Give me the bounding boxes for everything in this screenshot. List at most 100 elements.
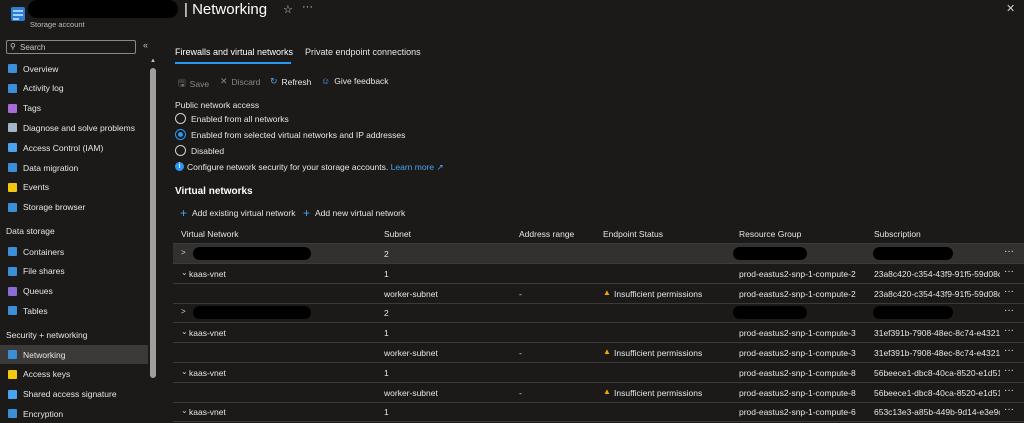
cell-resource-group: prod-eastus2-snp-1-compute-8 xyxy=(739,367,856,378)
row-more-icon[interactable]: ··· xyxy=(1004,266,1014,277)
sidebar-item-access-control-iam[interactable]: Access Control (IAM) xyxy=(0,138,148,157)
scroll-up-icon[interactable]: ▲ xyxy=(150,58,156,64)
sidebar-item-diagnose-and-solve-problems[interactable]: Diagnose and solve problems xyxy=(0,118,148,137)
networking-icon xyxy=(8,350,17,359)
chevron-right-icon[interactable]: > xyxy=(181,248,186,257)
favorite-star-icon[interactable]: ☆ xyxy=(283,3,293,16)
radio-disabled[interactable] xyxy=(175,145,186,156)
col-subscription[interactable]: Subscription xyxy=(874,229,921,239)
sidebar-item-encryption[interactable]: Encryption xyxy=(0,404,148,423)
discard-icon: ✕ xyxy=(220,76,228,86)
sidebar-item-data-migration[interactable]: Data migration xyxy=(0,158,148,177)
wrench-icon xyxy=(8,123,17,133)
cell-resource-group: prod-eastus2-snp-1-compute-3 xyxy=(739,328,856,339)
sidebar-item-label: Overview xyxy=(23,63,59,74)
table-row[interactable]: worker-subnet - ▲ Insufficient permissions p… xyxy=(173,284,1024,304)
row-more-icon[interactable]: ··· xyxy=(1004,246,1014,257)
sidebar-item-queues[interactable]: Queues xyxy=(0,282,148,301)
discard-button[interactable]: ✕ Discard xyxy=(220,76,260,87)
sidebar-item-shared-access-signature[interactable]: Shared access signature xyxy=(0,385,148,404)
table-row[interactable]: ⌄ kaas-vnet 1 prod-eastus2-snp-1-compute-8 5… xyxy=(173,363,1024,383)
table-row[interactable]: ⌄ kaas-vnet 1 prod-eastus2-snp-1-compute-6 6… xyxy=(173,402,1024,423)
table-row[interactable]: ⌄ kaas-vnet 1 prod-eastus2-snp-1-compute-2 2… xyxy=(173,264,1024,284)
col-endpoint-status[interactable]: Endpoint Status xyxy=(603,229,663,239)
sidebar-item-file-shares[interactable]: File shares xyxy=(0,262,148,281)
feedback-icon: ☺ xyxy=(321,76,331,86)
sidebar-item-containers[interactable]: Containers xyxy=(0,242,148,261)
refresh-button[interactable]: ↻ Refresh xyxy=(270,76,311,87)
storage-account-icon xyxy=(11,7,25,21)
sidebar-item-networking[interactable]: Networking xyxy=(0,345,148,364)
cell-subscription: 31ef391b-7908-48ec-8c74-e43211... xyxy=(874,348,1000,358)
radio-label-selected-networks: Enabled from selected virtual networks a… xyxy=(191,130,406,140)
file-shares-icon xyxy=(8,266,17,276)
redacted-account-name xyxy=(28,0,178,18)
table-header: Virtual Network Subnet Address range End… xyxy=(173,224,1024,244)
info-icon: i xyxy=(175,162,184,171)
sidebar-item-label: Access Control (IAM) xyxy=(23,142,104,153)
redacted-vnet xyxy=(193,247,311,260)
sidebar-item-activity-log[interactable]: Activity log xyxy=(0,79,148,98)
row-more-icon[interactable]: ··· xyxy=(1004,286,1014,297)
table-row[interactable]: worker-subnet - ▲ Insufficient permissions p… xyxy=(173,383,1024,403)
sidebar-item-label: Diagnose and solve problems xyxy=(23,122,135,133)
row-more-icon[interactable]: ··· xyxy=(1004,305,1014,316)
more-options-icon[interactable]: ··· xyxy=(302,1,313,13)
external-link-icon: ↗ xyxy=(436,162,444,172)
row-more-icon[interactable]: ··· xyxy=(1004,385,1014,396)
chevron-down-icon[interactable]: ⌄ xyxy=(181,268,188,277)
row-more-icon[interactable]: ··· xyxy=(1004,404,1014,415)
table-row[interactable]: worker-subnet - ▲ Insufficient permissions p… xyxy=(173,343,1024,363)
cell-subscription: 56beece1-dbc8-40ca-8520-e1d51... xyxy=(874,387,1000,398)
tab-private-endpoints[interactable]: Private endpoint connections xyxy=(305,47,421,57)
chevron-down-icon[interactable]: ⌄ xyxy=(181,327,188,336)
col-subnet[interactable]: Subnet xyxy=(384,229,411,239)
save-button[interactable]: 🖫 Save xyxy=(178,76,209,92)
scroll-thumb[interactable] xyxy=(150,68,156,378)
cell-subnet: 2 xyxy=(384,249,389,259)
col-resource-group[interactable]: Resource Group xyxy=(739,229,801,239)
table-row[interactable]: ⌄ kaas-vnet 1 prod-eastus2-snp-1-compute-3 3… xyxy=(173,323,1024,344)
sidebar-search[interactable]: ⚲ xyxy=(6,40,136,54)
cell-address-range: - xyxy=(519,348,522,358)
radio-selected-networks[interactable] xyxy=(175,129,186,140)
chevron-right-icon[interactable]: > xyxy=(181,307,186,316)
sidebar-item-label: Access keys xyxy=(23,369,71,380)
sidebar-item-events[interactable]: Events xyxy=(0,178,148,197)
search-icon: ⚲ xyxy=(10,42,16,51)
section-security-networking: Security + networking xyxy=(6,330,88,340)
sidebar-item-label: Storage browser xyxy=(23,202,86,213)
add-new-vnet-button[interactable]: + Add new virtual network xyxy=(303,207,405,219)
sidebar-scrollbar[interactable]: ▲ xyxy=(148,36,158,420)
sidebar-item-access-keys[interactable]: Access keys xyxy=(0,365,148,384)
close-icon[interactable]: ✕ xyxy=(1006,2,1015,15)
row-more-icon[interactable]: ··· xyxy=(1004,345,1014,356)
chevron-down-icon[interactable]: ⌄ xyxy=(181,406,188,415)
col-address-range[interactable]: Address range xyxy=(519,229,574,239)
queues-icon xyxy=(8,286,17,296)
cell-subnet: 1 xyxy=(384,367,389,378)
cell-vnet: kaas-vnet xyxy=(189,367,226,378)
add-existing-vnet-button[interactable]: + Add existing virtual network xyxy=(180,207,295,219)
sidebar-item-overview[interactable]: Overview xyxy=(0,59,148,78)
cell-subscription: 23a8c420-c354-43f9-91f5-59d08c... xyxy=(874,288,1000,299)
chevron-down-icon[interactable]: ⌄ xyxy=(181,367,188,376)
warning-icon: ▲ xyxy=(603,386,611,396)
redacted-subscription xyxy=(873,247,953,260)
row-more-icon[interactable]: ··· xyxy=(1004,365,1014,376)
col-virtual-network[interactable]: Virtual Network xyxy=(181,229,238,239)
table-row[interactable]: >2 ··· xyxy=(173,244,1024,264)
learn-more-link[interactable]: Learn more xyxy=(391,162,434,172)
table-row[interactable]: >2 ··· xyxy=(173,303,1024,324)
radio-all-networks[interactable] xyxy=(175,113,186,124)
sidebar-item-storage-browser[interactable]: Storage browser xyxy=(0,198,148,217)
search-input[interactable] xyxy=(20,42,132,52)
tab-firewalls[interactable]: Firewalls and virtual networks xyxy=(175,47,293,57)
give-feedback-button[interactable]: ☺ Give feedback xyxy=(321,76,389,86)
sidebar-item-label: Containers xyxy=(23,246,65,257)
sidebar-item-label: Networking xyxy=(23,349,66,360)
row-more-icon[interactable]: ··· xyxy=(1004,325,1014,336)
sidebar-item-tables[interactable]: Tables xyxy=(0,301,148,320)
sidebar-item-tags[interactable]: Tags xyxy=(0,99,148,118)
radio-label-all-networks: Enabled from all networks xyxy=(191,114,289,124)
